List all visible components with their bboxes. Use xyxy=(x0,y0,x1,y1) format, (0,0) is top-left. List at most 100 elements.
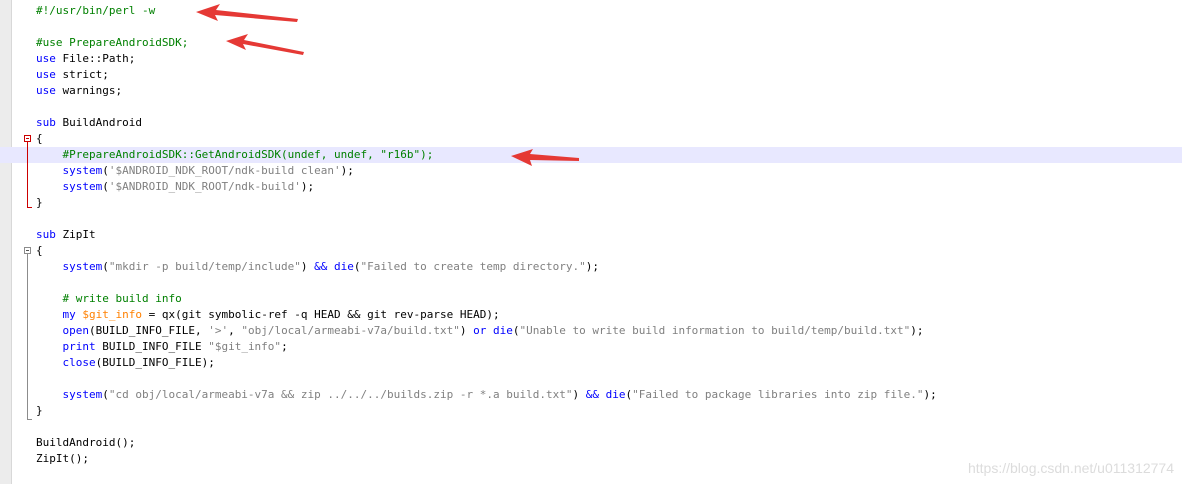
current-code-line: #PrepareAndroidSDK::GetAndroidSDK(undef,… xyxy=(0,147,1182,163)
red-arrow-annotation xyxy=(511,149,579,166)
code-text: ( xyxy=(102,164,109,177)
keyword: open xyxy=(36,324,89,337)
code-line: #use PrepareAndroidSDK; xyxy=(0,35,1182,51)
operator: && xyxy=(585,388,599,401)
string-literal: '$ANDROID_NDK_ROOT/ndk-build clean' xyxy=(108,164,341,177)
watermark: https://blog.csdn.net/u011312774 xyxy=(967,460,1174,476)
code-line: system("mkdir -p build/temp/include") &&… xyxy=(0,259,1182,275)
code-text: ( xyxy=(102,260,109,273)
code-text: , xyxy=(228,324,242,337)
keyword: print xyxy=(36,340,96,353)
fold-minus-icon[interactable] xyxy=(24,247,31,254)
code-line: system('$ANDROID_NDK_ROOT/ndk-build'); xyxy=(0,179,1182,195)
code-text: } xyxy=(36,196,43,209)
fold-guide-end xyxy=(27,207,32,208)
code-text: BuildAndroid xyxy=(55,116,142,129)
red-arrow-annotation xyxy=(226,34,304,55)
code-text: ( xyxy=(102,180,109,193)
code-line: open(BUILD_INFO_FILE, '>', "obj/local/ar… xyxy=(0,323,1182,339)
keyword: system xyxy=(36,180,103,193)
keyword: use xyxy=(36,52,56,65)
string-literal: '$ANDROID_NDK_ROOT/ndk-build' xyxy=(108,180,301,193)
code-text: (BUILD_INFO_FILE, xyxy=(88,324,209,337)
code-line: { xyxy=(0,243,1182,259)
string-literal: "Failed to create temp directory." xyxy=(360,260,586,273)
code-text: { xyxy=(36,132,43,145)
code-line: # write build info xyxy=(0,291,1182,307)
code-editor[interactable]: #!/usr/bin/perl -w #use PrepareAndroidSD… xyxy=(0,0,1182,484)
keyword: system xyxy=(36,164,103,177)
code-line: use File::Path; xyxy=(0,51,1182,67)
code-line: BuildAndroid(); xyxy=(0,435,1182,451)
red-arrow-annotation xyxy=(196,4,298,22)
code-text: warnings; xyxy=(55,84,123,97)
string-literal: "cd obj/local/armeabi-v7a && zip ../../.… xyxy=(108,388,573,401)
code-text: ); xyxy=(923,388,937,401)
fold-guide xyxy=(27,142,28,208)
code-line: sub BuildAndroid xyxy=(0,115,1182,131)
code-line: my $git_info = qx(git symbolic-ref -q HE… xyxy=(0,307,1182,323)
keyword: sub xyxy=(36,228,56,241)
code-text: File::Path; xyxy=(55,52,136,65)
code-line: #!/usr/bin/perl -w xyxy=(0,3,1182,19)
keyword: system xyxy=(36,260,103,273)
code-line: print BUILD_INFO_FILE "$git_info"; xyxy=(0,339,1182,355)
code-comment: # write build info xyxy=(36,292,182,305)
keyword: die xyxy=(493,324,513,337)
string-literal: "Failed to package libraries into zip fi… xyxy=(632,388,924,401)
code-text: BuildAndroid(); xyxy=(36,436,136,449)
operator: && xyxy=(314,260,328,273)
code-line: } xyxy=(0,403,1182,419)
keyword: use xyxy=(36,68,56,81)
keyword: my xyxy=(36,308,76,321)
code-text: ); xyxy=(585,260,599,273)
fold-guide xyxy=(27,254,28,420)
code-text: ( xyxy=(353,260,361,273)
keyword: use xyxy=(36,84,56,97)
keyword: sub xyxy=(36,116,56,129)
string-literal: "$git_info" xyxy=(208,340,282,353)
fold-minus-icon[interactable] xyxy=(24,135,31,142)
variable: $git_info xyxy=(82,308,142,321)
code-line: close(BUILD_INFO_FILE); xyxy=(0,355,1182,371)
code-text: = qx(git symbolic-ref -q HEAD && git rev… xyxy=(141,308,500,321)
keyword: die xyxy=(334,260,354,273)
code-text: ( xyxy=(512,324,520,337)
code-text: ); xyxy=(300,180,315,193)
keyword: or xyxy=(473,324,487,337)
fold-guide-end xyxy=(27,419,32,420)
code-line: } xyxy=(0,195,1182,211)
code-text: (BUILD_INFO_FILE); xyxy=(95,356,215,369)
string-literal: '>' xyxy=(208,324,229,337)
code-line: system('$ANDROID_NDK_ROOT/ndk-build clea… xyxy=(0,163,1182,179)
code-text: strict; xyxy=(55,68,109,81)
code-text: BUILD_INFO_FILE xyxy=(95,340,209,353)
shebang-comment: #!/usr/bin/perl -w xyxy=(36,4,156,17)
string-literal: "Unable to write build information to bu… xyxy=(519,324,911,337)
code-line: use strict; xyxy=(0,67,1182,83)
keyword: system xyxy=(36,388,103,401)
code-text: { xyxy=(36,244,43,257)
code-text: ZipIt xyxy=(55,228,96,241)
code-text: ); xyxy=(910,324,924,337)
use-comment: #use PrepareAndroidSDK; xyxy=(36,36,189,49)
code-text: ); xyxy=(340,164,354,177)
string-literal: "obj/local/armeabi-v7a/build.txt" xyxy=(241,324,460,337)
code-text: ) xyxy=(300,260,315,273)
string-literal: "mkdir -p build/temp/include" xyxy=(108,260,301,273)
code-line: sub ZipIt xyxy=(0,227,1182,243)
keyword: close xyxy=(36,356,96,369)
code-text: ) xyxy=(572,388,586,401)
keyword: die xyxy=(605,388,626,401)
code-text: ( xyxy=(102,388,109,401)
code-text: ZipIt(); xyxy=(36,452,89,465)
code-text: } xyxy=(36,404,43,417)
code-comment: #PrepareAndroidSDK::GetAndroidSDK(undef,… xyxy=(36,148,434,161)
code-text: ; xyxy=(281,340,288,353)
code-line: use warnings; xyxy=(0,83,1182,99)
code-line: { xyxy=(0,131,1182,147)
code-text: ) xyxy=(459,324,474,337)
code-line: system("cd obj/local/armeabi-v7a && zip … xyxy=(0,387,1182,403)
